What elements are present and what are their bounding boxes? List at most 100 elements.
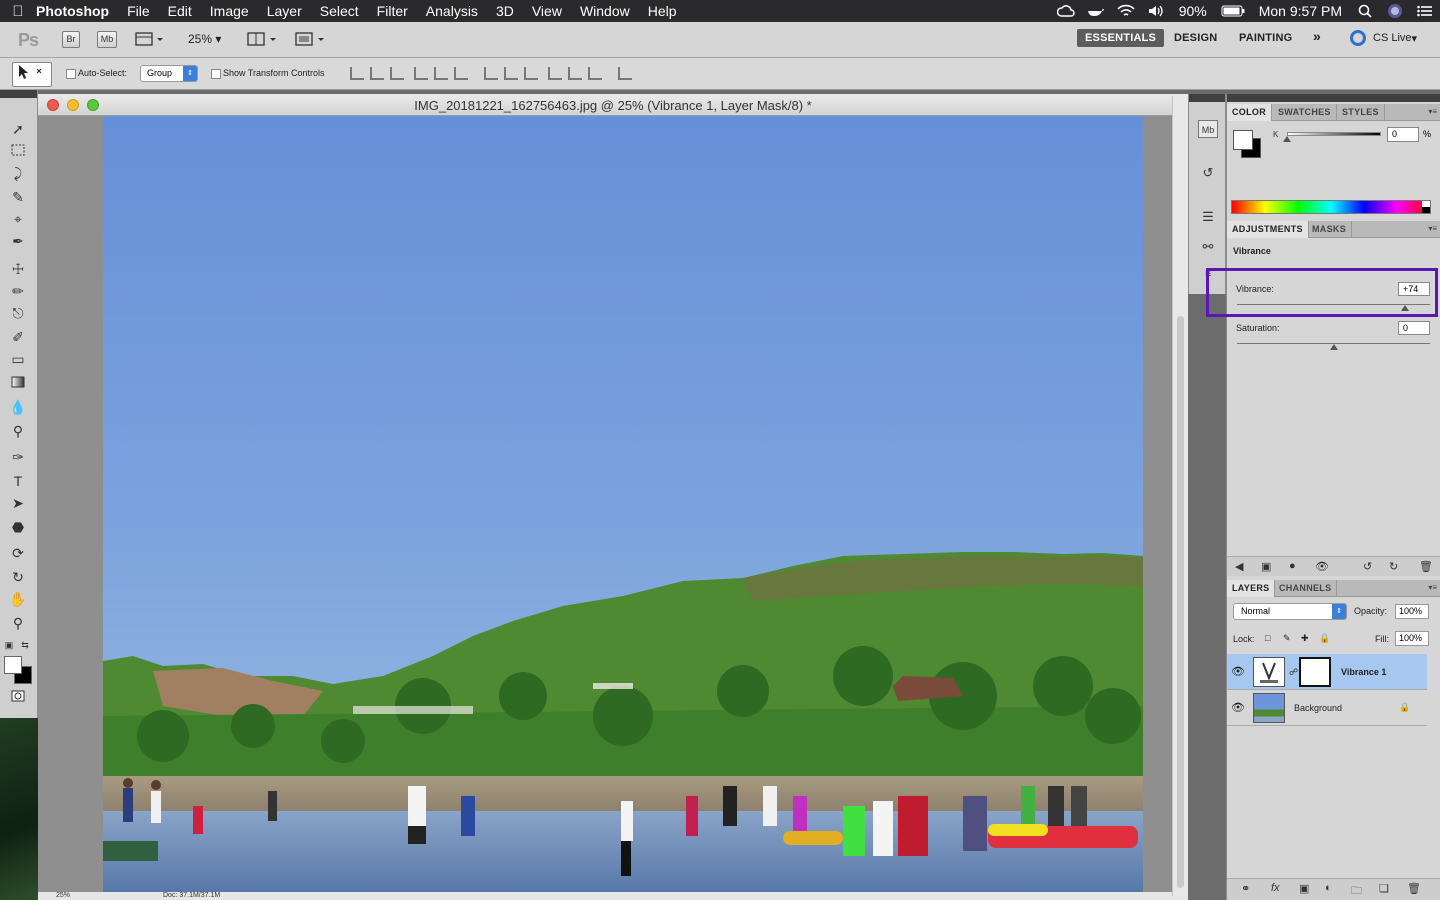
arrange-documents-button[interactable] <box>246 31 280 48</box>
lock-position-icon[interactable]: ✚ <box>1301 633 1309 644</box>
pen-tool-icon[interactable]: ✑ <box>8 448 28 466</box>
scrollbar-thumb[interactable] <box>1177 316 1184 888</box>
distribute-horizontal-center-icon[interactable] <box>568 67 582 80</box>
canvas-area[interactable] <box>38 116 1188 892</box>
previous-state-icon[interactable]: ↺ <box>1363 560 1372 573</box>
3d-orbit-tool-icon[interactable]: ↻ <box>8 568 28 586</box>
menu-help[interactable]: Help <box>648 3 677 19</box>
add-layer-mask-icon[interactable]: ▣ <box>1299 882 1309 895</box>
lock-transparent-pixels-icon[interactable]: □ <box>1265 633 1270 643</box>
docker-icon[interactable] <box>1087 4 1105 18</box>
tab-masks[interactable]: MASKS <box>1307 221 1353 238</box>
move-tool-icon[interactable]: ➚ <box>8 120 28 138</box>
workspace-design[interactable]: DESIGN <box>1174 32 1217 44</box>
tab-channels[interactable]: CHANNELS <box>1274 580 1338 597</box>
eraser-tool-icon[interactable]: ▭ <box>8 350 28 368</box>
toggle-visibility-icon[interactable]: 👁 <box>1315 560 1329 573</box>
distribute-left-icon[interactable] <box>548 67 562 80</box>
panel-collapse-bar[interactable] <box>1227 94 1440 102</box>
menu-view[interactable]: View <box>532 3 562 19</box>
volume-icon[interactable] <box>1147 4 1165 18</box>
menu-analysis[interactable]: Analysis <box>426 3 478 19</box>
distribute-bottom-icon[interactable] <box>524 67 538 80</box>
align-vertical-center-icon[interactable] <box>370 67 384 80</box>
apple-menu-icon[interactable]:  <box>0 3 36 20</box>
bridge-button[interactable]: Br <box>62 31 80 48</box>
tab-layers[interactable]: LAYERS <box>1227 580 1276 597</box>
align-horizontal-center-icon[interactable] <box>434 67 448 80</box>
align-bottom-icon[interactable] <box>390 67 404 80</box>
color-panel-menu-icon[interactable]: ▾≡ <box>1428 107 1437 116</box>
rectangular-marquee-tool-icon[interactable] <box>8 142 28 160</box>
spotlight-search-icon[interactable] <box>1356 4 1374 18</box>
menu-window[interactable]: Window <box>580 3 630 19</box>
menu-layer[interactable]: Layer <box>267 3 302 19</box>
background-layer-thumbnail[interactable] <box>1253 693 1285 723</box>
clone-stamp-tool-icon[interactable]: ⎋ <box>8 304 28 322</box>
align-left-icon[interactable] <box>414 67 428 80</box>
color-panel-foreground-swatch[interactable] <box>1233 130 1253 150</box>
siri-icon[interactable] <box>1386 4 1404 18</box>
foreground-color-swatch[interactable] <box>4 656 22 674</box>
layer-mask-link-icon[interactable]: ☍ <box>1289 667 1298 678</box>
lasso-tool-icon[interactable]: ⤸ <box>8 164 28 182</box>
app-menu[interactable]: Photoshop <box>36 3 109 19</box>
actions-panel-icon[interactable]: ☰ <box>1198 208 1218 226</box>
notification-center-icon[interactable] <box>1416 4 1434 18</box>
layer-visibility-eye-icon[interactable]: 👁 <box>1231 665 1245 678</box>
color-swatches[interactable] <box>4 656 34 686</box>
lock-image-pixels-icon[interactable]: ✎ <box>1283 633 1291 644</box>
gradient-tool-icon[interactable] <box>8 374 28 392</box>
dodge-tool-icon[interactable]: ⚲ <box>8 422 28 440</box>
tool-preset-picker[interactable] <box>12 62 52 87</box>
layers-panel-menu-icon[interactable]: ▾≡ <box>1428 583 1437 592</box>
auto-select-dropdown[interactable]: Group ⇕ <box>140 65 198 82</box>
workspace-painting[interactable]: PAINTING <box>1239 32 1292 44</box>
reset-icon[interactable]: ↻ <box>1389 560 1398 573</box>
return-to-adjustment-list-icon[interactable]: ◀ <box>1235 560 1243 573</box>
history-panel-icon[interactable]: ↺ <box>1198 164 1218 182</box>
brush-tool-icon[interactable]: ✏ <box>8 282 28 300</box>
type-tool-icon[interactable]: T <box>8 472 28 490</box>
new-layer-icon[interactable]: ❏ <box>1379 882 1389 895</box>
layer-row-vibrance[interactable]: 👁 ☍ Vibrance 1 <box>1227 654 1427 690</box>
saturation-slider-thumb[interactable] <box>1329 344 1338 350</box>
tab-styles[interactable]: STYLES <box>1337 104 1385 121</box>
shape-tool-icon[interactable]: ⬣ <box>8 518 28 536</box>
menubar-clock[interactable]: Mon 9:57 PM <box>1259 3 1342 19</box>
zoom-tool-icon[interactable]: ⚲ <box>8 614 28 632</box>
creative-cloud-icon[interactable] <box>1056 4 1075 18</box>
expanded-view-icon[interactable]: ▣ <box>1261 560 1271 573</box>
screen-mode-button[interactable] <box>294 31 328 48</box>
tab-color[interactable]: COLOR <box>1227 104 1272 121</box>
delete-layer-icon[interactable]: 🗑 <box>1407 882 1421 895</box>
view-extras-button[interactable] <box>134 31 166 48</box>
dock-collapse-bar[interactable] <box>1189 94 1225 102</box>
show-transform-controls-checkbox[interactable] <box>211 69 221 79</box>
menu-edit[interactable]: Edit <box>168 3 192 19</box>
align-right-icon[interactable] <box>454 67 468 80</box>
spot-healing-brush-tool-icon[interactable]: ☩ <box>8 260 28 278</box>
new-group-icon[interactable]: 🗀 <box>1351 882 1362 900</box>
crop-tool-icon[interactable]: ⌖ <box>8 210 28 228</box>
status-doc-size[interactable]: Doc: 37.1M/37.1M <box>163 892 220 899</box>
new-adjustment-layer-icon[interactable]: ◐ <box>1325 882 1332 894</box>
distribute-vertical-center-icon[interactable] <box>504 67 518 80</box>
menu-select[interactable]: Select <box>320 3 359 19</box>
blur-tool-icon[interactable]: 💧 <box>8 398 28 416</box>
menu-image[interactable]: Image <box>210 3 249 19</box>
add-layer-style-icon[interactable]: fx <box>1271 882 1280 894</box>
layer-name[interactable]: Vibrance 1 <box>1341 667 1386 677</box>
workspace-essentials[interactable]: ESSENTIALS <box>1077 29 1165 47</box>
distribute-top-icon[interactable] <box>484 67 498 80</box>
tools-panel-collapse-bar[interactable] <box>0 90 37 98</box>
lock-all-icon[interactable]: 🔒 <box>1319 633 1330 644</box>
clip-to-layer-icon[interactable]: ● <box>1289 560 1296 572</box>
wifi-icon[interactable] <box>1117 4 1135 18</box>
layer-row-background[interactable]: 👁 Background 🔒 <box>1227 690 1427 726</box>
distribute-right-icon[interactable] <box>588 67 602 80</box>
workspace-more-icon[interactable]: » <box>1313 28 1321 44</box>
mini-bridge-panel-icon[interactable]: Mb <box>1198 120 1218 138</box>
saturation-value-input[interactable]: 0 <box>1398 321 1430 335</box>
zoom-level-select[interactable]: 25% ▾ <box>188 32 221 46</box>
